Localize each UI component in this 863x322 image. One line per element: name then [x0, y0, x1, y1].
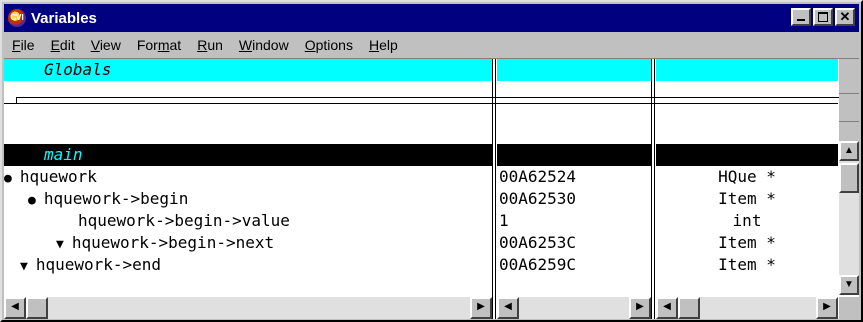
hscroll-thumb[interactable] [678, 297, 700, 319]
collapsed-arrow-icon[interactable]: ▼ [20, 259, 28, 274]
menu-edit[interactable]: Edit [51, 37, 75, 53]
globals-type-cell [656, 59, 838, 81]
globals-label: Globals [4, 59, 492, 81]
variable-address: 00A6253C [499, 233, 577, 252]
menu-run[interactable]: Run [197, 37, 223, 53]
main-type-cell [656, 144, 838, 166]
variable-row[interactable]: ▼ hquework->begin->next 00A6253C Item * [4, 232, 838, 254]
maximize-icon [818, 12, 828, 22]
arrow-left-icon: ◀ [663, 301, 671, 312]
scroll-right-button[interactable]: ▶ [816, 297, 838, 319]
variable-address: 00A62524 [499, 167, 577, 186]
scroll-down-button[interactable]: ▼ [839, 275, 859, 295]
main-address-cell [497, 144, 651, 166]
expanded-bullet-icon[interactable]: ● [4, 171, 12, 186]
variable-type: int [732, 211, 762, 230]
variable-type: Item * [718, 189, 776, 208]
menu-help[interactable]: Help [369, 37, 398, 53]
main-label: main [4, 144, 492, 166]
pane-divider [4, 103, 838, 104]
type-column-hscroll[interactable]: ◀ ▶ [656, 297, 838, 319]
variable-row[interactable]: ▼ hquework->end 00A6259C Item * [4, 254, 838, 276]
variable-name: hquework->begin [43, 189, 189, 208]
size-grip[interactable] [839, 297, 859, 319]
vertical-scrollbar[interactable]: ▲ ▼ [839, 141, 859, 295]
arrow-down-icon: ▼ [844, 279, 854, 290]
menu-file[interactable]: File [12, 37, 35, 53]
title-bar[interactable]: CVI Variables ✕ [4, 4, 859, 32]
variable-address: 00A6259C [499, 255, 577, 274]
scroll-right-button[interactable]: ▶ [470, 297, 492, 319]
expanded-bullet-icon[interactable]: ● [28, 193, 36, 208]
minimize-button[interactable] [791, 8, 811, 26]
arrow-left-icon: ◀ [504, 301, 512, 312]
main-header[interactable]: main [4, 144, 838, 166]
globals-scroll-track-lower [839, 121, 859, 142]
name-column-hscroll[interactable]: ◀ ▶ [4, 297, 492, 319]
menu-view[interactable]: View [91, 37, 121, 53]
variable-name-cell: ● hquework [4, 166, 492, 188]
variable-row[interactable]: hquework->begin->value 1 int [4, 210, 838, 232]
variable-name-cell: ▼ hquework->begin->next [56, 232, 492, 254]
arrow-right-icon: ▶ [477, 301, 485, 312]
menu-format[interactable]: Format [137, 37, 181, 53]
minimize-icon [797, 19, 805, 21]
globals-address-cell [497, 59, 651, 81]
scroll-up-button[interactable]: ▲ [839, 141, 859, 161]
scroll-left-button[interactable]: ◀ [497, 297, 519, 319]
variable-type: Item * [718, 255, 776, 274]
arrow-right-icon: ▶ [636, 301, 644, 312]
variable-name: hquework->end [35, 255, 162, 274]
arrow-right-icon: ▶ [823, 301, 831, 312]
maximize-button[interactable] [813, 8, 833, 26]
variables-view: Globals main ● hquework 00A62524 HQue * ● hqu… [4, 58, 859, 319]
close-button[interactable]: ✕ [835, 8, 855, 26]
variable-name-cell: ▼ hquework->end [20, 254, 492, 276]
arrow-left-icon: ◀ [11, 301, 19, 312]
arrow-up-icon: ▲ [844, 145, 854, 156]
menu-bar: File Edit View Format Run Window Options Help [4, 33, 859, 57]
globals-header[interactable]: Globals [4, 59, 838, 81]
variable-name-cell: ● hquework->begin [28, 188, 492, 210]
variable-address: 00A62530 [499, 189, 577, 208]
variable-row[interactable]: ● hquework->begin 00A62530 Item * [4, 188, 838, 210]
scroll-right-button[interactable]: ▶ [629, 297, 651, 319]
scroll-left-button[interactable]: ◀ [4, 297, 26, 319]
scroll-thumb[interactable] [839, 163, 859, 193]
variable-address: 1 [499, 211, 509, 230]
variable-name: hquework->begin->value [78, 211, 290, 230]
variables-window: CVI Variables ✕ File Edit View Format Run Win… [0, 0, 863, 322]
variable-name-cell: hquework->begin->value [78, 210, 492, 232]
menu-options[interactable]: Options [305, 37, 353, 53]
variable-name: hquework->begin->next [71, 233, 275, 252]
hscroll-thumb[interactable] [26, 297, 48, 319]
address-column-hscroll[interactable]: ◀ ▶ [497, 297, 651, 319]
cvi-app-icon[interactable]: CVI [8, 9, 26, 27]
menu-window[interactable]: Window [239, 37, 289, 53]
globals-scroll-track [839, 59, 859, 94]
variable-row[interactable]: ● hquework 00A62524 HQue * [4, 166, 838, 188]
scroll-left-button[interactable]: ◀ [656, 297, 678, 319]
collapsed-arrow-icon[interactable]: ▼ [56, 237, 64, 252]
close-icon: ✕ [839, 9, 851, 24]
variable-name: hquework [19, 167, 97, 186]
window-title: Variables [31, 9, 97, 27]
globals-scrollbar[interactable] [839, 59, 859, 141]
variable-type: Item * [718, 233, 776, 252]
variable-type: HQue * [718, 167, 776, 186]
